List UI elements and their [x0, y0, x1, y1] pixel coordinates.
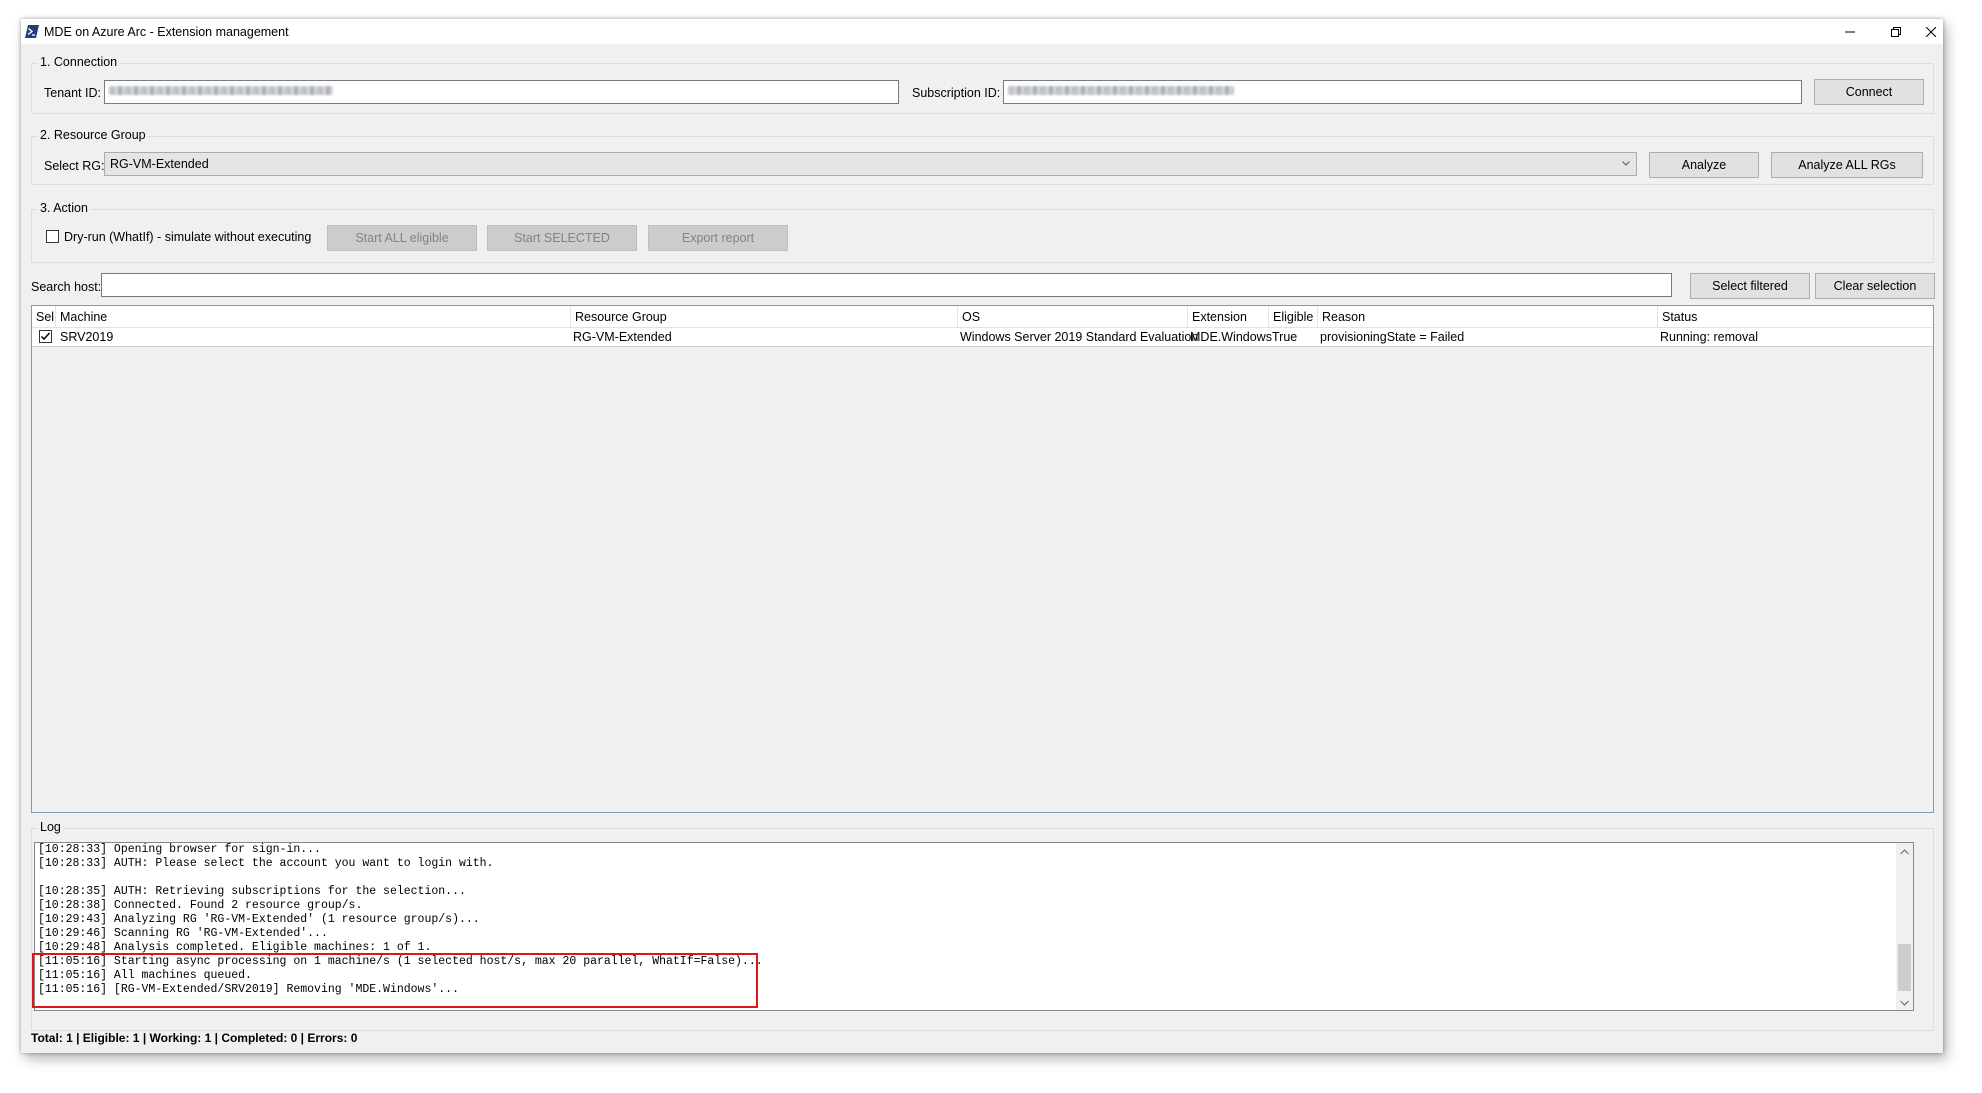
export-report-button[interactable]: Export report: [648, 225, 788, 251]
log-scrollbar[interactable]: [1896, 843, 1913, 1010]
select-rg-value: RG-VM-Extended: [110, 157, 209, 171]
grid-header: Sel Machine Resource Group OS Extension …: [32, 306, 1933, 328]
window-title: MDE on Azure Arc - Extension management: [44, 25, 289, 39]
column-header-extension[interactable]: Extension: [1188, 306, 1269, 328]
masked-tenant-value: [109, 86, 333, 95]
column-header-reason[interactable]: Reason: [1318, 306, 1658, 328]
app-window: MDE on Azure Arc - Extension management …: [21, 19, 1943, 1053]
close-icon: [1926, 26, 1936, 37]
subscription-id-input[interactable]: [1003, 80, 1802, 104]
masked-subscription-value: [1008, 86, 1234, 95]
tenant-id-label: Tenant ID:: [44, 86, 101, 100]
log-group-label: Log: [38, 820, 63, 834]
start-selected-button[interactable]: Start SELECTED: [487, 225, 637, 251]
log-line: [10:28:38] Connected. Found 2 resource g…: [38, 899, 363, 912]
analyze-button[interactable]: Analyze: [1649, 152, 1759, 178]
column-header-sel[interactable]: Sel: [32, 306, 56, 328]
resource-group-group-label: 2. Resource Group: [38, 128, 148, 142]
cell-os: Windows Server 2019 Standard Evaluation: [960, 330, 1199, 344]
cell-extension: MDE.Windows: [1190, 330, 1272, 344]
log-line: [10:28:33] Opening browser for sign-in..…: [38, 843, 321, 856]
chevron-down-icon: [1622, 161, 1630, 166]
cell-machine: SRV2019: [60, 330, 114, 344]
log-line: [10:28:35] AUTH: Retrieving subscription…: [38, 885, 466, 898]
column-header-eligible[interactable]: Eligible: [1269, 306, 1318, 328]
select-filtered-button[interactable]: Select filtered: [1690, 273, 1810, 299]
cell-eligible: True: [1272, 330, 1298, 344]
machines-grid[interactable]: Sel Machine Resource Group OS Extension …: [31, 305, 1934, 813]
restore-icon: [1891, 26, 1901, 37]
cell-resource-group: RG-VM-Extended: [573, 330, 672, 344]
title-bar[interactable]: MDE on Azure Arc - Extension management: [21, 19, 1943, 44]
search-host-input[interactable]: [101, 273, 1672, 297]
log-scrollbar-thumb[interactable]: [1898, 944, 1911, 991]
action-group: 3. Action: [31, 201, 1934, 263]
scroll-down-icon[interactable]: [1900, 1000, 1909, 1006]
cell-status: Running: removal: [1660, 330, 1758, 344]
start-all-eligible-button[interactable]: Start ALL eligible: [327, 225, 477, 251]
dry-run-checkbox[interactable]: [46, 230, 59, 243]
column-header-status[interactable]: Status: [1658, 306, 1935, 328]
powershell-icon: [25, 25, 39, 38]
select-rg-label: Select RG:: [44, 159, 105, 173]
log-line: [10:28:33] AUTH: Please select the accou…: [38, 857, 494, 870]
connect-button[interactable]: Connect: [1814, 79, 1924, 105]
log-line: [10:29:46] Scanning RG 'RG-VM-Extended'.…: [38, 927, 328, 940]
dry-run-label[interactable]: Dry-run (WhatIf) - simulate without exec…: [64, 230, 311, 244]
column-header-resource-group[interactable]: Resource Group: [571, 306, 958, 328]
column-header-machine[interactable]: Machine: [56, 306, 571, 328]
subscription-id-label: Subscription ID:: [912, 86, 1001, 100]
connection-group-label: 1. Connection: [38, 55, 120, 69]
analyze-all-rgs-button[interactable]: Analyze ALL RGs: [1771, 152, 1923, 178]
minimize-button[interactable]: [1827, 19, 1873, 44]
row-select-checkbox[interactable]: [39, 330, 52, 343]
cell-reason: provisioningState = Failed: [1320, 330, 1465, 344]
log-line: [10:29:43] Analyzing RG 'RG-VM-Extended'…: [38, 913, 480, 926]
status-summary: Total: 1 | Eligible: 1 | Working: 1 | Co…: [31, 1031, 358, 1045]
minimize-icon: [1845, 31, 1855, 32]
search-host-label: Search host:: [31, 280, 102, 294]
select-rg-combobox[interactable]: RG-VM-Extended: [104, 152, 1637, 176]
table-row[interactable]: SRV2019 RG-VM-Extended Windows Server 20…: [32, 328, 1933, 347]
column-header-os[interactable]: OS: [958, 306, 1188, 328]
close-button[interactable]: [1919, 19, 1943, 44]
scroll-up-icon[interactable]: [1900, 849, 1909, 855]
annotation-highlight-box: [32, 953, 758, 1008]
action-group-label: 3. Action: [38, 201, 90, 215]
restore-button[interactable]: [1873, 19, 1919, 44]
tenant-id-input[interactable]: [104, 80, 899, 104]
clear-selection-button[interactable]: Clear selection: [1815, 273, 1935, 299]
